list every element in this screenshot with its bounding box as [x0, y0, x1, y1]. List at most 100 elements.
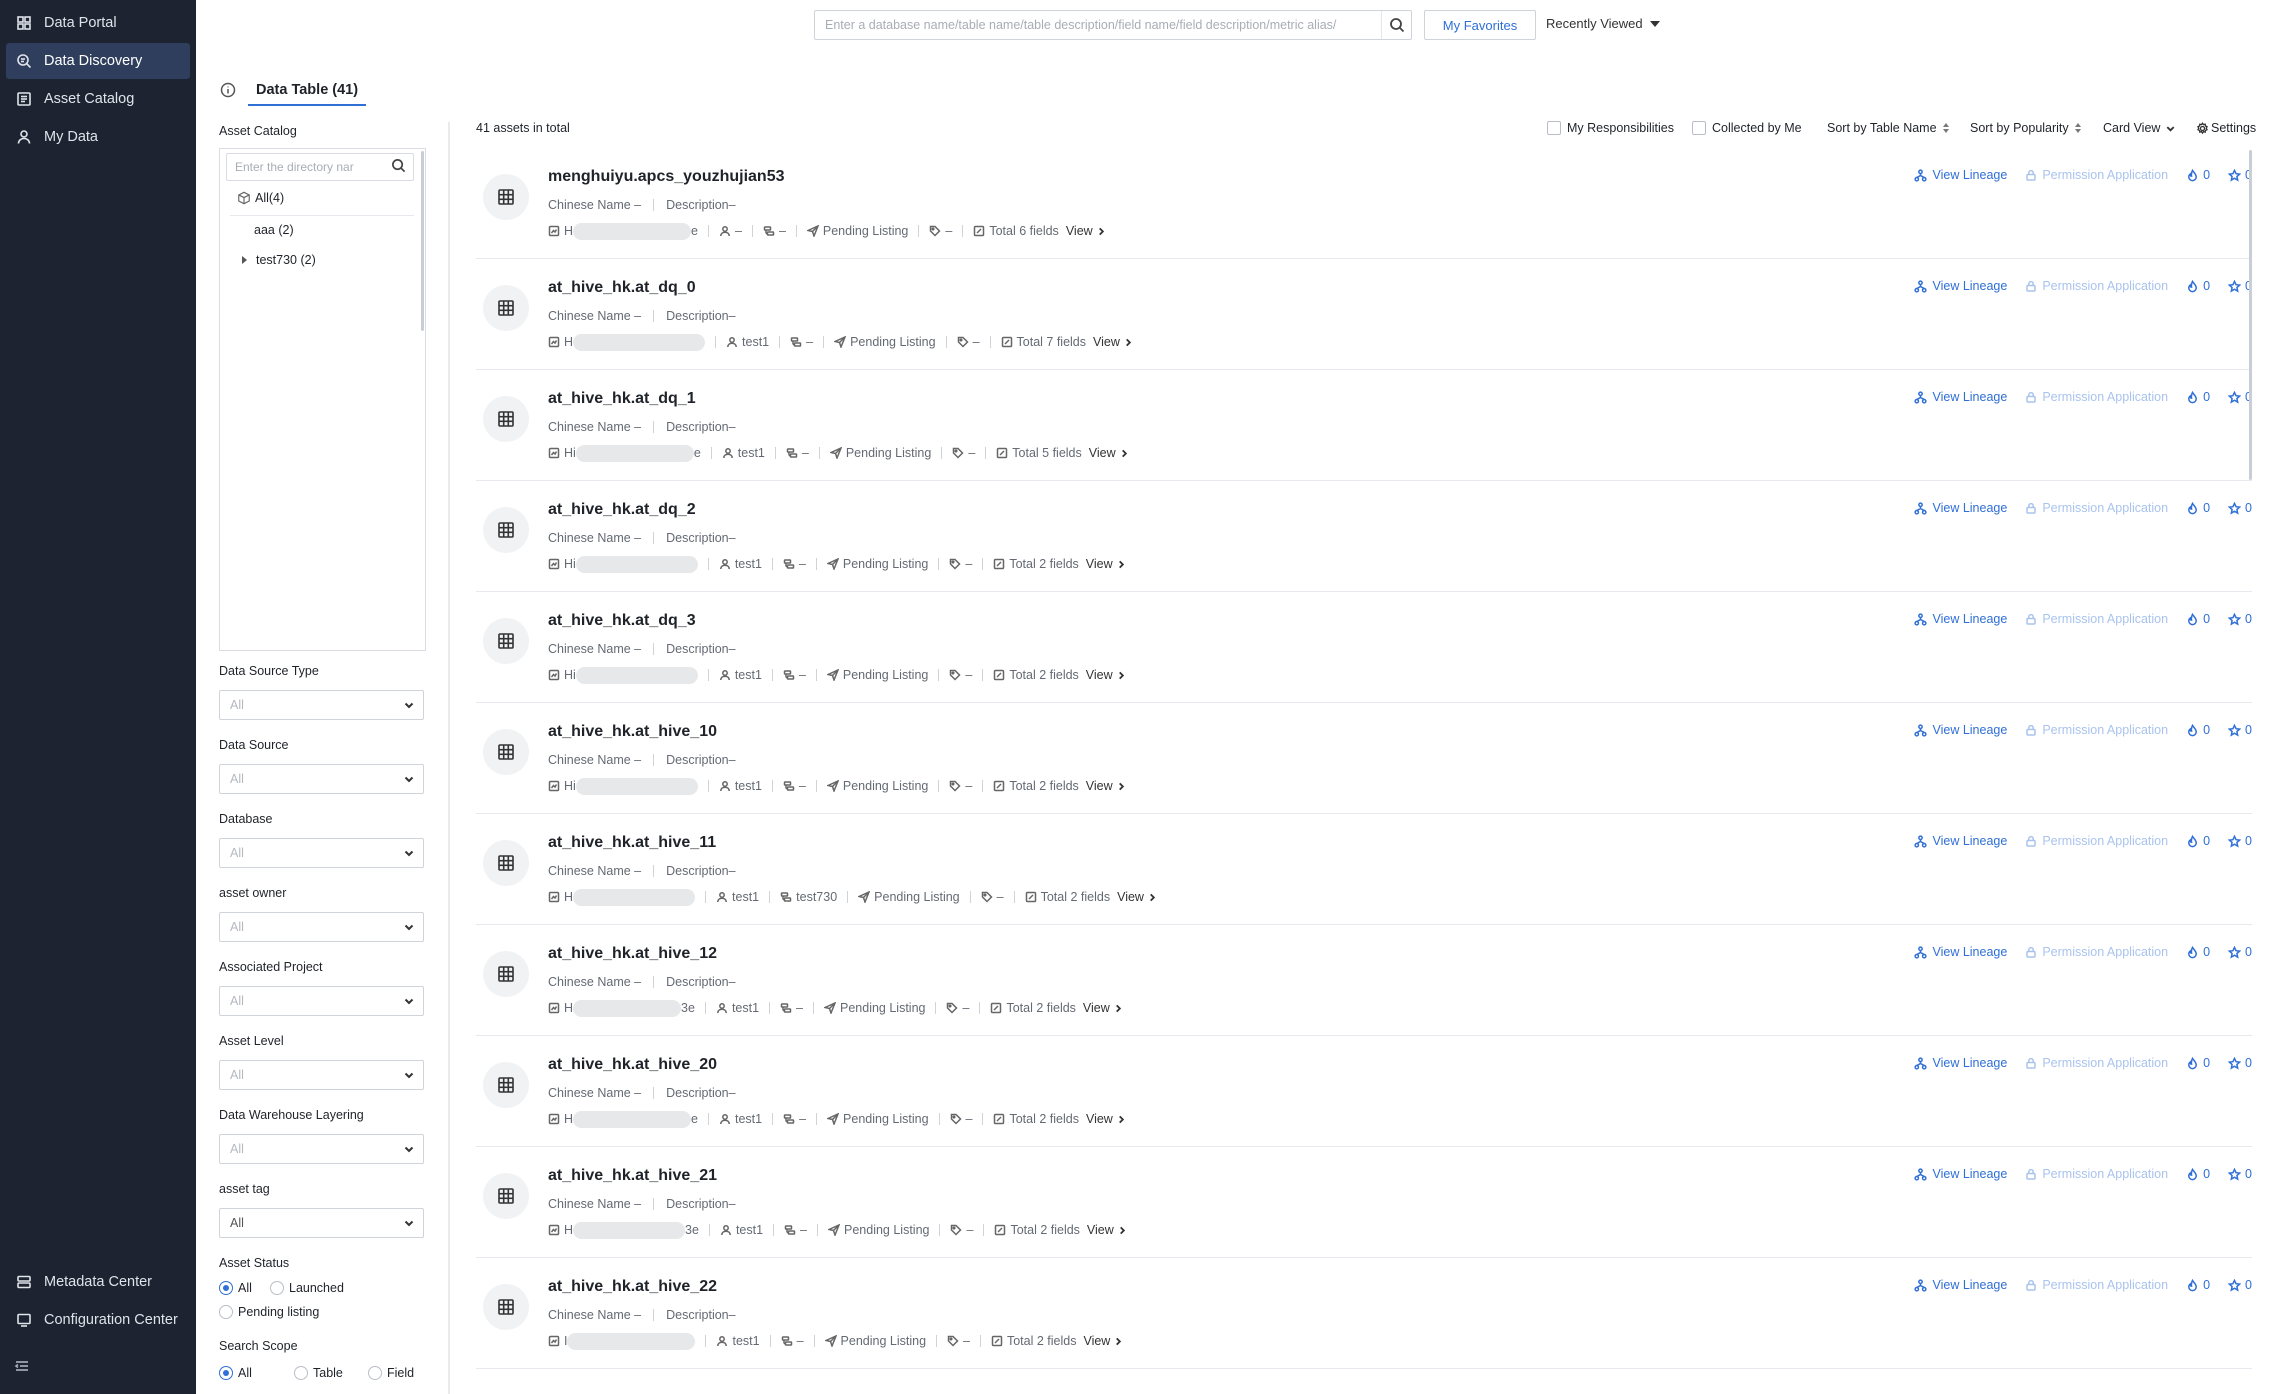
- view-fields-link[interactable]: View: [1117, 890, 1157, 904]
- view-fields-link[interactable]: View: [1066, 224, 1106, 238]
- like-button[interactable]: 0: [2186, 390, 2210, 404]
- data-source-select[interactable]: All: [219, 764, 424, 794]
- data-source-type-select[interactable]: All: [219, 690, 424, 720]
- view-lineage-link[interactable]: View Lineage: [1914, 1278, 2007, 1292]
- collapse-menu-icon[interactable]: [14, 1358, 30, 1374]
- asset-status-launched-radio[interactable]: Launched: [270, 1281, 344, 1295]
- search-scope-field-radio[interactable]: Field: [368, 1366, 414, 1380]
- permission-application-button[interactable]: Permission Application: [2025, 834, 2168, 848]
- star-button[interactable]: 0: [2228, 1278, 2252, 1292]
- nav-item-my-data[interactable]: My Data: [6, 119, 190, 155]
- table-name[interactable]: at_hive_hk.at_hive_11: [548, 834, 716, 852]
- view-lineage-link[interactable]: View Lineage: [1914, 390, 2007, 404]
- view-lineage-link[interactable]: View Lineage: [1914, 1056, 2007, 1070]
- star-button[interactable]: 0: [2228, 1056, 2252, 1070]
- my-favorites-button[interactable]: My Favorites: [1424, 10, 1536, 40]
- like-button[interactable]: 0: [2186, 945, 2210, 959]
- view-fields-link[interactable]: View: [1086, 779, 1126, 793]
- table-name[interactable]: at_hive_hk.at_hive_20: [548, 1056, 717, 1074]
- table-name[interactable]: at_hive_hk.at_dq_0: [548, 279, 696, 297]
- like-button[interactable]: 0: [2186, 612, 2210, 626]
- search-icon[interactable]: [391, 158, 413, 176]
- view-lineage-link[interactable]: View Lineage: [1914, 834, 2007, 848]
- view-fields-link[interactable]: View: [1087, 1223, 1127, 1237]
- permission-application-button[interactable]: Permission Application: [2025, 945, 2168, 959]
- view-fields-link[interactable]: View: [1086, 1112, 1126, 1126]
- star-button[interactable]: 0: [2228, 501, 2252, 515]
- sort-by-table-name[interactable]: Sort by Table Name: [1827, 121, 1949, 135]
- permission-application-button[interactable]: Permission Application: [2025, 390, 2168, 404]
- asset-status-all-radio[interactable]: All: [219, 1281, 252, 1295]
- tree-item-aaa[interactable]: aaa (2): [254, 223, 294, 237]
- asset-card[interactable]: at_hive_hk.at_dq_2 Chinese Name – Descri…: [476, 481, 2252, 592]
- tab-data-table[interactable]: Data Table (41): [248, 80, 367, 106]
- nav-item-asset-catalog[interactable]: Asset Catalog: [6, 81, 190, 117]
- view-fields-link[interactable]: View: [1093, 335, 1133, 349]
- sort-by-popularity[interactable]: Sort by Popularity: [1970, 121, 2081, 135]
- nav-item-metadata-center[interactable]: Metadata Center: [6, 1264, 190, 1300]
- nav-item-configuration-center[interactable]: Configuration Center: [6, 1302, 190, 1338]
- permission-application-button[interactable]: Permission Application: [2025, 1056, 2168, 1070]
- star-button[interactable]: 0: [2228, 723, 2252, 737]
- collected-by-me-checkbox[interactable]: Collected by Me: [1692, 121, 1802, 135]
- permission-application-button[interactable]: Permission Application: [2025, 1278, 2168, 1292]
- view-lineage-link[interactable]: View Lineage: [1914, 168, 2007, 182]
- tree-item-all[interactable]: All(4): [237, 191, 284, 205]
- asset-card[interactable]: menghuiyu.apcs_youzhujian53 Chinese Name…: [476, 148, 2252, 259]
- like-button[interactable]: 0: [2186, 723, 2210, 737]
- view-lineage-link[interactable]: View Lineage: [1914, 279, 2007, 293]
- search-icon[interactable]: [1381, 11, 1411, 39]
- view-fields-link[interactable]: View: [1083, 1001, 1123, 1015]
- asset-card[interactable]: at_hive_hk.at_hive_11 Chinese Name – Des…: [476, 814, 2252, 925]
- view-lineage-link[interactable]: View Lineage: [1914, 612, 2007, 626]
- asset-status-pending-radio[interactable]: Pending listing: [219, 1305, 319, 1319]
- table-name[interactable]: at_hive_hk.at_dq_2: [548, 501, 696, 519]
- view-lineage-link[interactable]: View Lineage: [1914, 723, 2007, 737]
- search-scope-table-radio[interactable]: Table: [294, 1366, 343, 1380]
- asset-card[interactable]: at_hive_hk.at_dq_1 Chinese Name – Descri…: [476, 370, 2252, 481]
- tree-item-test730[interactable]: test730 (2): [242, 253, 316, 267]
- view-fields-link[interactable]: View: [1089, 446, 1129, 460]
- asset-card[interactable]: at_hive_hk.at_hive_21 Chinese Name – Des…: [476, 1147, 2252, 1258]
- table-name[interactable]: at_hive_hk.at_hive_21: [548, 1167, 717, 1185]
- permission-application-button[interactable]: Permission Application: [2025, 723, 2168, 737]
- like-button[interactable]: 0: [2186, 1278, 2210, 1292]
- like-button[interactable]: 0: [2186, 1167, 2210, 1181]
- permission-application-button[interactable]: Permission Application: [2025, 501, 2168, 515]
- asset-card[interactable]: at_hive_hk.at_hive_12 Chinese Name – Des…: [476, 925, 2252, 1036]
- card-view-dropdown[interactable]: Card View: [2103, 121, 2176, 135]
- panel-splitter[interactable]: [448, 122, 450, 1394]
- asset-card[interactable]: at_hive_hk.at_hive_22 Chinese Name – Des…: [476, 1258, 2252, 1369]
- like-button[interactable]: 0: [2186, 834, 2210, 848]
- asset-owner-select[interactable]: All: [219, 912, 424, 942]
- star-button[interactable]: 0: [2228, 834, 2252, 848]
- permission-application-button[interactable]: Permission Application: [2025, 612, 2168, 626]
- like-button[interactable]: 0: [2186, 501, 2210, 515]
- database-select[interactable]: All: [219, 838, 424, 868]
- table-name[interactable]: at_hive_hk.at_hive_12: [548, 945, 717, 963]
- asset-card[interactable]: at_hive_hk.at_hive_20 Chinese Name – Des…: [476, 1036, 2252, 1147]
- results-scrollbar[interactable]: [2249, 150, 2252, 480]
- star-button[interactable]: 0: [2228, 612, 2252, 626]
- view-fields-link[interactable]: View: [1086, 668, 1126, 682]
- table-name[interactable]: at_hive_hk.at_dq_1: [548, 390, 696, 408]
- view-fields-link[interactable]: View: [1086, 557, 1126, 571]
- settings-button[interactable]: Settings: [2196, 121, 2256, 135]
- search-scope-all-radio[interactable]: All: [219, 1366, 252, 1380]
- recently-viewed-dropdown[interactable]: Recently Viewed: [1546, 16, 1660, 31]
- view-fields-link[interactable]: View: [1083, 1334, 1123, 1348]
- tree-scrollbar[interactable]: [421, 151, 424, 331]
- nav-item-data-portal[interactable]: Data Portal: [6, 5, 190, 41]
- table-name[interactable]: at_hive_hk.at_dq_3: [548, 612, 696, 630]
- permission-application-button[interactable]: Permission Application: [2025, 279, 2168, 293]
- asset-tag-select[interactable]: All: [219, 1208, 424, 1238]
- asset-card[interactable]: at_hive_hk.at_hive_10 Chinese Name – Des…: [476, 703, 2252, 814]
- view-lineage-link[interactable]: View Lineage: [1914, 945, 2007, 959]
- star-button[interactable]: 0: [2228, 945, 2252, 959]
- info-icon[interactable]: [220, 82, 236, 98]
- permission-application-button[interactable]: Permission Application: [2025, 168, 2168, 182]
- like-button[interactable]: 0: [2186, 1056, 2210, 1070]
- asset-card[interactable]: at_hive_hk.at_dq_3 Chinese Name – Descri…: [476, 592, 2252, 703]
- view-lineage-link[interactable]: View Lineage: [1914, 1167, 2007, 1181]
- table-name[interactable]: menghuiyu.apcs_youzhujian53: [548, 168, 785, 186]
